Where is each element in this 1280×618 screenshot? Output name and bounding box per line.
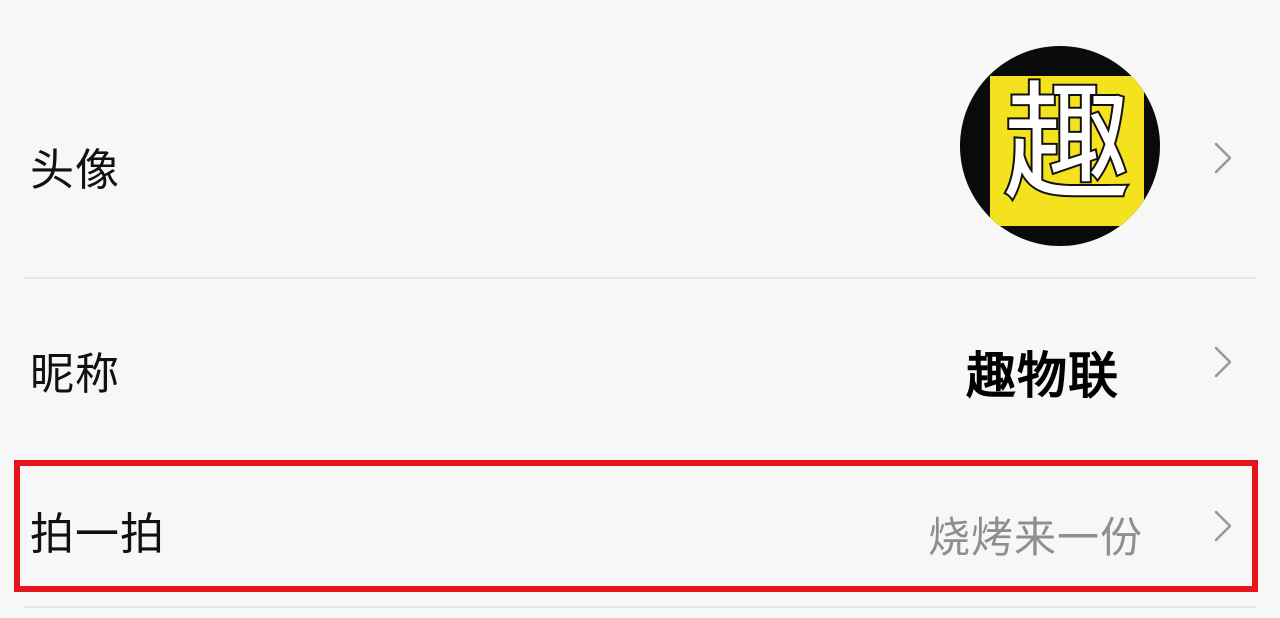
pat-pat-row[interactable]: 拍一拍 烧烤来一份 [0,460,1280,590]
avatar-glyph: 趣 [1001,70,1133,219]
pat-pat-value: 烧烤来一份 [928,513,1144,562]
profile-settings-screen: 头像 趣 昵称 趣物联 拍一拍 烧烤来一份 [0,0,1280,618]
chevron-right-icon [1214,142,1232,174]
chevron-right-icon [1214,510,1232,542]
avatar[interactable]: 趣 [960,46,1160,246]
nickname-value: 趣物联 [966,347,1119,405]
avatar-row[interactable]: 头像 趣 [0,38,1280,278]
avatar-row-label: 头像 [30,145,120,196]
chevron-right-icon [1214,346,1232,378]
pat-pat-row-label: 拍一拍 [30,509,165,560]
row-divider [24,277,1256,279]
nickname-row-label: 昵称 [30,349,120,400]
row-divider [24,606,1256,608]
nickname-row[interactable]: 昵称 趣物联 [0,280,1280,452]
